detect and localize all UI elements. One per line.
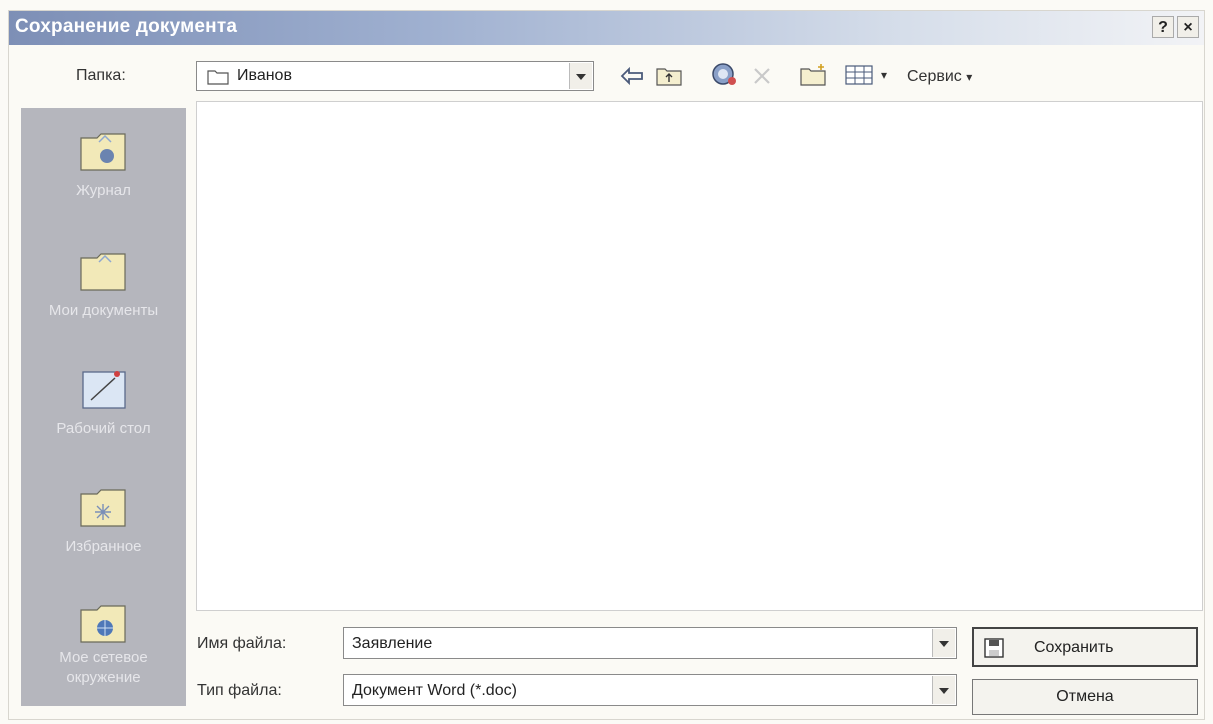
place-desktop[interactable]: Рабочий стол (21, 354, 186, 464)
dialog-title: Сохранение документа (15, 16, 238, 37)
up-folder-icon[interactable] (655, 63, 683, 87)
floppy-disk-icon (984, 638, 1004, 658)
chevron-down-icon[interactable] (932, 676, 955, 704)
filename-combobox[interactable]: Заявление (343, 627, 957, 659)
search-web-icon[interactable] (709, 61, 739, 89)
folder-value: Иванов (237, 67, 292, 84)
place-my-documents[interactable]: Мои документы (21, 236, 186, 346)
chevron-down-icon[interactable] (569, 63, 592, 89)
new-folder-icon[interactable] (799, 63, 829, 87)
place-label: Мое сетевое окружение (59, 649, 148, 686)
folder-combobox[interactable]: Иванов (196, 61, 594, 91)
places-bar: Журнал Мои документы Рабочий стол Избран… (21, 108, 186, 706)
network-folder-icon (80, 605, 126, 643)
place-network[interactable]: Мое сетевое окружение (21, 588, 186, 698)
filetype-value: Документ Word (*.doc) (352, 682, 517, 699)
place-label: Рабочий стол (56, 420, 151, 437)
back-arrow-icon[interactable] (619, 65, 645, 87)
save-label: Сохранить (1034, 639, 1114, 656)
place-label: Мои документы (48, 302, 159, 319)
place-label: Избранное (65, 538, 142, 555)
favorites-folder-icon (80, 489, 126, 527)
save-button[interactable]: Сохранить (972, 627, 1198, 667)
views-dropdown-arrow[interactable]: ▾ (881, 68, 887, 82)
close-button[interactable]: × (1177, 16, 1199, 38)
title-bar: Сохранение документа ? × (9, 11, 1204, 45)
file-list-area[interactable] (196, 101, 1203, 611)
history-folder-icon (80, 133, 126, 171)
filename-input[interactable]: Заявление (352, 635, 432, 653)
filename-label: Имя файла: (197, 635, 287, 652)
place-favorites[interactable]: Избранное (21, 472, 186, 582)
save-dialog: Сохранение документа ? × Папка: Иванов ▾… (8, 10, 1205, 720)
folder-icon (207, 70, 229, 85)
folder-label: Папка: (76, 67, 126, 84)
cancel-button[interactable]: Отмена (972, 679, 1198, 715)
delete-icon[interactable] (751, 65, 773, 87)
desktop-icon (82, 371, 126, 409)
place-label: Журнал (76, 182, 131, 199)
my-documents-folder-icon (80, 253, 126, 291)
place-history[interactable]: Журнал (21, 116, 186, 226)
filetype-combobox[interactable]: Документ Word (*.doc) (343, 674, 957, 706)
service-menu[interactable]: Сервис ▾ (907, 68, 972, 86)
filetype-label: Тип файла: (197, 682, 282, 699)
cancel-label: Отмена (1056, 688, 1114, 705)
help-button[interactable]: ? (1152, 16, 1174, 38)
chevron-down-icon[interactable] (932, 629, 955, 657)
views-icon[interactable] (844, 64, 876, 86)
